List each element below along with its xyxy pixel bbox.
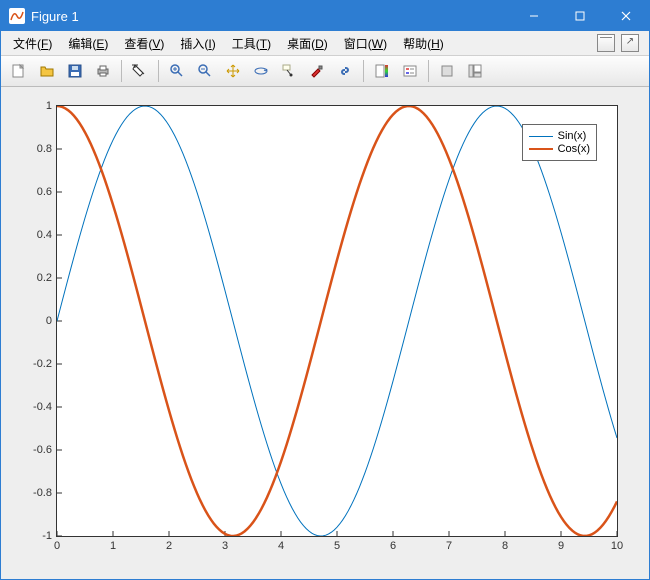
maximize-button[interactable] [557, 1, 603, 31]
separator [428, 60, 429, 82]
minimize-button[interactable] [511, 1, 557, 31]
x-tick-label: 0 [54, 536, 60, 552]
x-tick-label: 3 [222, 536, 228, 552]
new-figure-button[interactable] [6, 58, 32, 84]
edit-plot-button[interactable] [127, 58, 153, 84]
menu-item-3[interactable]: 插入(I) [172, 33, 223, 54]
zoom-in-button[interactable] [164, 58, 190, 84]
close-button[interactable] [603, 1, 649, 31]
app-icon [9, 8, 25, 24]
separator [158, 60, 159, 82]
window-title: Figure 1 [31, 9, 511, 24]
x-tick-label: 7 [446, 536, 452, 552]
x-tick-label: 2 [166, 536, 172, 552]
menu-item-0[interactable]: 文件(F) [5, 33, 60, 54]
pan-button[interactable] [220, 58, 246, 84]
x-tick-label: 9 [558, 536, 564, 552]
y-tick-label: 0.2 [37, 272, 57, 284]
axes[interactable]: Sin(x)Cos(x) -1-0.8-0.6-0.4-0.200.20.40.… [56, 105, 618, 537]
y-tick-label: -0.4 [33, 401, 57, 413]
series-Sin(x) [57, 106, 617, 536]
insert-legend-button[interactable] [397, 58, 423, 84]
legend-label: Cos(x) [558, 143, 590, 155]
print-button[interactable] [90, 58, 116, 84]
data-cursor-button[interactable] [276, 58, 302, 84]
y-tick-label: 0 [46, 315, 57, 327]
menubar: 文件(F)编辑(E)查看(V)插入(I)工具(T)桌面(D)窗口(W)帮助(H) [1, 31, 649, 56]
menu-item-5[interactable]: 桌面(D) [279, 33, 336, 54]
figure-canvas: Sin(x)Cos(x) -1-0.8-0.6-0.4-0.200.20.40.… [1, 87, 649, 579]
rotate-3d-button[interactable] [248, 58, 274, 84]
separator [121, 60, 122, 82]
y-tick-label: -0.2 [33, 358, 57, 370]
save-button[interactable] [62, 58, 88, 84]
x-tick-label: 1 [110, 536, 116, 552]
legend-swatch-icon [529, 148, 553, 150]
menu-item-1[interactable]: 编辑(E) [60, 33, 116, 54]
x-tick-label: 4 [278, 536, 284, 552]
legend-label: Sin(x) [558, 130, 587, 142]
y-tick-label: 0.6 [37, 186, 57, 198]
legend-entry[interactable]: Sin(x) [529, 130, 590, 142]
brush-button[interactable] [304, 58, 330, 84]
undock-button[interactable] [621, 34, 639, 52]
separator [363, 60, 364, 82]
x-tick-label: 10 [611, 536, 623, 552]
menu-item-7[interactable]: 帮助(H) [395, 33, 452, 54]
legend-entry[interactable]: Cos(x) [529, 143, 590, 155]
y-tick-label: 1 [46, 100, 57, 112]
x-tick-label: 6 [390, 536, 396, 552]
show-plot-tools-button[interactable] [462, 58, 488, 84]
legend-swatch-icon [529, 136, 553, 137]
legend[interactable]: Sin(x)Cos(x) [522, 124, 597, 161]
x-tick-label: 8 [502, 536, 508, 552]
hide-plot-tools-button[interactable] [434, 58, 460, 84]
series-Cos(x) [57, 106, 617, 536]
y-tick-label: 0.4 [37, 229, 57, 241]
y-tick-label: 0.8 [37, 143, 57, 155]
plot-lines [57, 106, 617, 536]
insert-colorbar-button[interactable] [369, 58, 395, 84]
zoom-out-button[interactable] [192, 58, 218, 84]
titlebar: Figure 1 [1, 1, 649, 31]
x-tick-label: 5 [334, 536, 340, 552]
y-tick-label: -0.8 [33, 487, 57, 499]
menu-item-4[interactable]: 工具(T) [224, 33, 279, 54]
y-tick-label: -0.6 [33, 444, 57, 456]
menu-item-6[interactable]: 窗口(W) [336, 33, 395, 54]
open-file-button[interactable] [34, 58, 60, 84]
toolbar [1, 56, 649, 87]
link-data-button[interactable] [332, 58, 358, 84]
dock-button[interactable] [597, 34, 615, 52]
menu-item-2[interactable]: 查看(V) [116, 33, 172, 54]
